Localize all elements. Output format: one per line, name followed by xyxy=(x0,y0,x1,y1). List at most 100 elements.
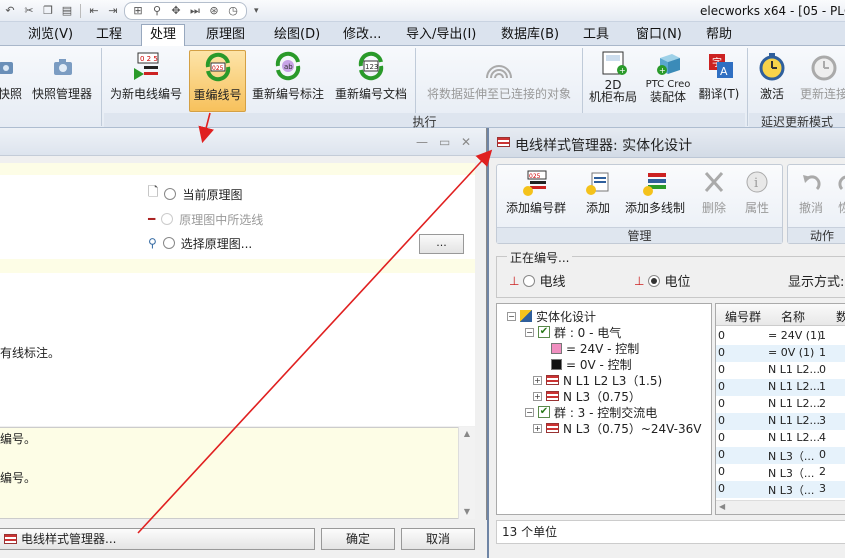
option-current-schematic[interactable]: 🗋 当前原理图 xyxy=(148,185,242,203)
pan-icon[interactable]: ✥ xyxy=(168,3,184,19)
renumber-wires-button[interactable]: 025 重编线号 xyxy=(189,50,246,112)
properties-button[interactable]: i 属性 xyxy=(737,169,777,216)
paste-icon[interactable]: ▤ xyxy=(59,3,75,19)
notes-scrollbar[interactable]: ▲ ▼ xyxy=(458,427,475,519)
add-multiwire-button[interactable]: 添加多线制 xyxy=(621,169,689,216)
scroll-left-icon[interactable]: ◀ xyxy=(719,502,725,511)
snapshot-manager-button[interactable]: 快照管理器 xyxy=(26,50,98,112)
tab-help[interactable]: 帮助 xyxy=(706,25,732,45)
customize-toolbar-icon[interactable]: ▾ xyxy=(254,6,259,16)
table-row[interactable]: 0 N L3（... 0 xyxy=(716,447,845,464)
close-icon[interactable]: ✕ xyxy=(461,135,471,149)
zoom-icon[interactable]: ⚲ xyxy=(149,3,165,19)
binoculars-icon[interactable]: ⊛ xyxy=(206,3,222,19)
tree-node-group0[interactable]: − ✔ 群 : 0 - 电气 xyxy=(525,324,621,340)
snapshot-button[interactable]: 快照 xyxy=(0,50,22,112)
table-row[interactable]: 0 N L1 L2... 4 xyxy=(716,430,845,447)
tab-project[interactable]: 工程 xyxy=(96,25,122,45)
ok-button[interactable]: 确定 xyxy=(321,528,395,550)
collapse-icon[interactable]: − xyxy=(525,407,534,417)
add-multiwire-icon xyxy=(643,173,666,196)
cabinet-2d-button[interactable]: + 2D 机柜布局 xyxy=(585,50,641,112)
tree-node-nl3-ac[interactable]: + N L3（0.75）~24V-36V xyxy=(533,420,701,436)
browse-button[interactable]: ... xyxy=(419,234,464,254)
radio-by-potential[interactable] xyxy=(648,274,661,287)
table-row[interactable]: 0 = 24V (1) 1 xyxy=(716,328,845,345)
table-hscrollbar[interactable]: ◀ xyxy=(716,500,845,514)
collapse-icon[interactable]: − xyxy=(525,327,534,337)
tab-tools[interactable]: 工具 xyxy=(583,25,609,45)
tab-draw[interactable]: 绘图(D) xyxy=(274,25,320,45)
redo-button[interactable]: 恢 xyxy=(834,169,845,216)
col-header-group[interactable]: 编号群 xyxy=(725,308,761,325)
add-button[interactable]: 添加 xyxy=(579,169,617,216)
next-icon[interactable]: ⏭ xyxy=(187,3,203,19)
tab-import-export[interactable]: 导入/导出(I) xyxy=(406,25,476,45)
import-icon[interactable]: ⇤ xyxy=(86,3,102,19)
undo-icon[interactable]: ↶ xyxy=(2,3,18,19)
add-number-group-button[interactable]: 025 添加编号群 xyxy=(501,169,571,216)
cell-name: N L3（... xyxy=(768,484,815,497)
radio-choose-schematic[interactable] xyxy=(162,237,175,249)
renumber-documents-button[interactable]: 123 重新编号文档 xyxy=(331,50,411,112)
maximize-icon[interactable]: ▭ xyxy=(439,135,450,149)
cancel-button[interactable]: 取消 xyxy=(401,528,475,550)
table-row[interactable]: 0 = 0V (1) 1 xyxy=(716,345,845,362)
tab-window[interactable]: 窗口(N) xyxy=(636,25,682,45)
collapse-icon[interactable]: − xyxy=(507,311,516,321)
table-row[interactable]: 0 N L1 L2... 1 xyxy=(716,379,845,396)
translate-button[interactable]: 字A 翻译(T) xyxy=(695,50,743,112)
option-selected-wires[interactable]: ━ 原理图中所选线 xyxy=(148,210,263,228)
ribbon-group-delayed-update: 延迟更新模式 xyxy=(749,113,845,129)
expand-icon[interactable]: + xyxy=(533,375,542,385)
table-row[interactable]: 0 N L3（... 3 xyxy=(716,481,845,498)
table-row[interactable]: 0 N L3（... 2 xyxy=(716,464,845,481)
tree-node-24v[interactable]: = 24V - 控制 xyxy=(551,340,639,356)
group3-checkbox[interactable]: ✔ xyxy=(538,406,550,418)
radio-by-wire[interactable] xyxy=(523,274,536,287)
radio-current-schematic[interactable] xyxy=(164,188,177,200)
option-choose-schematic[interactable]: ⚲ 选择原理图... xyxy=(148,234,252,252)
tree-node-group3[interactable]: − ✔ 群 : 3 - 控制交流电 xyxy=(525,404,657,420)
option-by-wire[interactable]: ⊥ 电线 xyxy=(509,271,565,291)
cut-icon[interactable]: ✂ xyxy=(21,3,37,19)
tree-node-0v[interactable]: = 0V - 控制 xyxy=(551,356,632,372)
renumber-labels-button[interactable]: ab 重新编号标注 xyxy=(248,50,328,112)
scroll-down-icon[interactable]: ▼ xyxy=(459,505,475,519)
tab-process[interactable]: 处理 xyxy=(141,24,186,47)
activate-button[interactable]: 激活 xyxy=(752,50,792,112)
new-wire-number-button[interactable]: 0 2 5 为新电线编号 xyxy=(106,50,186,112)
clock-icon[interactable]: ◷ xyxy=(225,3,241,19)
tab-modify[interactable]: 修改... xyxy=(343,25,381,45)
ptc-creo-assembly-button[interactable]: + PTC Creo 装配体 xyxy=(644,50,692,112)
color-swatch-pink xyxy=(551,342,562,354)
tab-schematic[interactable]: 原理图 xyxy=(206,25,245,45)
tab-database[interactable]: 数据库(B) xyxy=(501,25,559,45)
col-header-name[interactable]: 名称 xyxy=(781,308,805,325)
col-header-number[interactable]: 数 xyxy=(836,308,845,325)
radio-selected-wires[interactable] xyxy=(161,213,174,225)
export-icon[interactable]: ⇥ xyxy=(105,3,121,19)
expand-icon[interactable]: + xyxy=(533,423,542,433)
zoom-window-icon[interactable]: ⊞ xyxy=(130,3,146,19)
tree-node-nl123[interactable]: + N L1 L2 L3（1.5) xyxy=(533,372,662,388)
expand-icon[interactable]: + xyxy=(533,391,542,401)
extend-data-button[interactable]: 将数据延伸至已连接的对象 xyxy=(420,50,578,112)
tree-node-nl3[interactable]: + N L3（0.75） xyxy=(533,388,641,404)
group0-checkbox[interactable]: ✔ xyxy=(538,326,550,338)
wire-style-manager-button[interactable]: 电线样式管理器... xyxy=(0,528,315,550)
tab-browse[interactable]: 浏览(V) xyxy=(28,25,73,45)
scroll-up-icon[interactable]: ▲ xyxy=(459,427,475,441)
option-by-potential[interactable]: ⊥ 电位 xyxy=(634,271,690,291)
ptc-creo-label-2: 装配体 xyxy=(649,90,686,104)
minimize-icon[interactable]: — xyxy=(416,135,428,149)
tree-node-root[interactable]: − 实体化设计 xyxy=(507,308,596,324)
delete-button[interactable]: 删除 xyxy=(697,169,731,216)
copy-icon[interactable]: ❐ xyxy=(40,3,56,19)
table-row[interactable]: 0 N L1 L2... 2 xyxy=(716,396,845,413)
undo-button[interactable]: 撤消 xyxy=(794,169,828,216)
table-row[interactable]: 0 N L1 L2... 3 xyxy=(716,413,845,430)
tree-group0-label: 群 : 0 - 电气 xyxy=(554,325,622,340)
table-row[interactable]: 0N L1 L2... 0 xyxy=(716,362,845,379)
update-connection-button[interactable]: 更新连接 xyxy=(794,50,845,112)
